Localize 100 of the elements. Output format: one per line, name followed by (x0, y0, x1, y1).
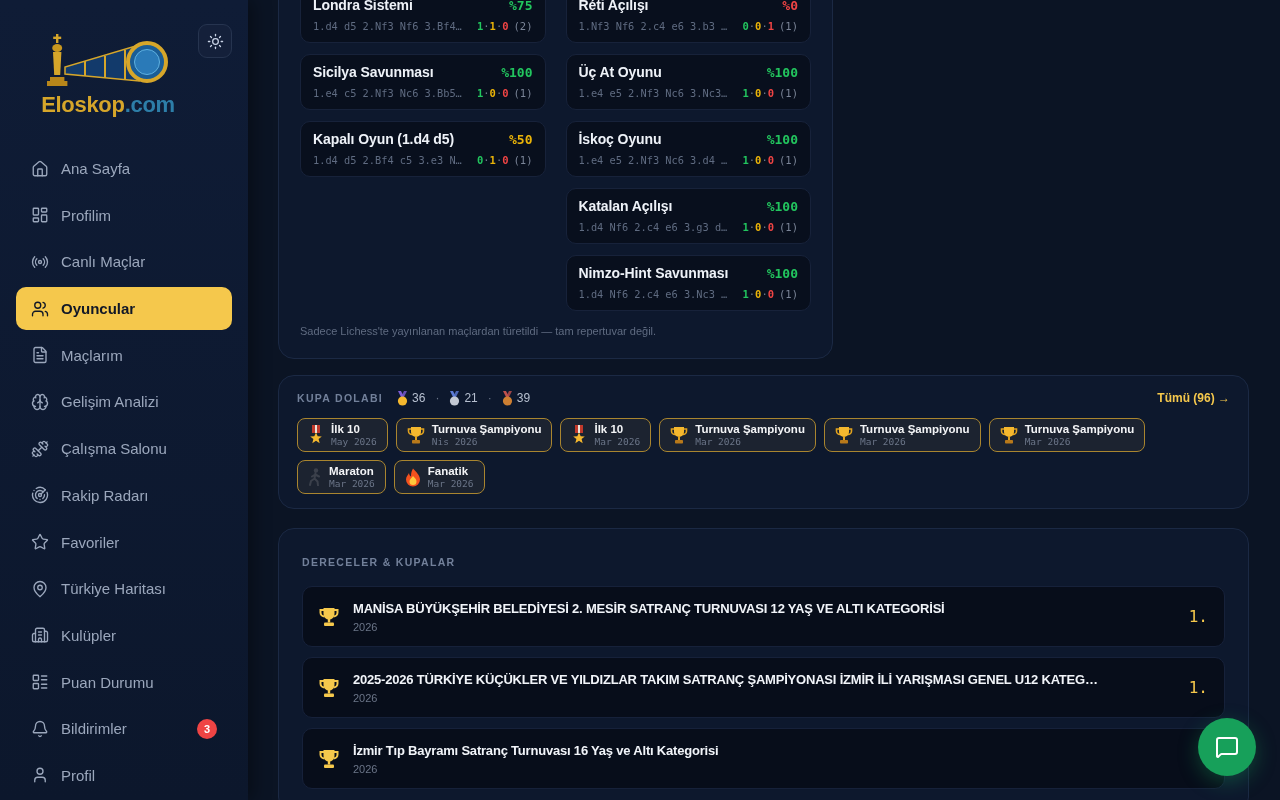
nav-item[interactable]: Canlı Maçlar (16, 240, 232, 284)
trophy-icon (834, 426, 853, 444)
badge-date: Mar 2026 (1024, 435, 1072, 448)
logo-text: Eloskop.com (41, 92, 175, 118)
badge-name: İlk 10 (331, 422, 361, 436)
move-sequence: 1.d4 Nf6 2.c4 e6 3.Nc3 … (578, 288, 728, 300)
badge-name: Turnuva Şampiyonu (859, 422, 970, 436)
opening-record: 1·0·0 (1) (742, 221, 798, 233)
users-icon (31, 299, 49, 318)
nav-item[interactable]: Oyuncular (16, 287, 232, 331)
opening-record: 1·0·0 (1) (476, 87, 533, 99)
trophy-icon (999, 426, 1018, 444)
separator-dot: · (435, 391, 440, 405)
rank-position: 1. (1188, 607, 1208, 626)
section-title: KUPA DOLABI (297, 392, 384, 404)
badge-name: Fanatik (427, 464, 470, 478)
dashboard-icon (31, 206, 49, 225)
building-icon (31, 626, 49, 645)
opening-name: Üç At Oyunu (578, 64, 662, 80)
tournament-name: MANİSA BÜYÜKŞEHİR BELEDİYESİ 2. MESİR SATRANÇ TURNUVASI 12 YAŞ VE ALTI KATEGORİSİ (353, 599, 946, 618)
medal-icon (397, 390, 409, 406)
trophy-icon (670, 426, 689, 444)
trophy-icon (319, 748, 339, 769)
nav-item[interactable]: Çalışma Salonu (16, 427, 232, 471)
opening-name: Katalan Açılışı (578, 198, 673, 214)
nav-item[interactable]: Puan Durumu (16, 660, 232, 704)
theme-toggle-button[interactable] (198, 24, 232, 58)
opening-record: 1·0·0 (1) (742, 87, 798, 99)
badge-date: Nis 2026 (431, 435, 479, 448)
badge-date: Mar 2026 (859, 435, 907, 448)
move-sequence: 1.d4 d5 2.Nf3 Nf6 3.Bf4… (313, 20, 462, 32)
trophy-icon (406, 426, 425, 444)
tournament-year: 2026 (353, 619, 379, 634)
opening-record: 1·0·0 (1) (742, 154, 798, 166)
view-all-link[interactable]: Tümü (96) → (1157, 391, 1230, 405)
nav-item[interactable]: Profil (16, 753, 232, 797)
badge-name: Maraton (329, 464, 375, 478)
move-sequence: 1.d4 Nf6 2.c4 e6 3.g3 d… (578, 221, 728, 233)
badge-name: Turnuva Şampiyonu (695, 422, 805, 436)
home-icon (31, 159, 49, 178)
move-sequence: 1.e4 c5 2.Nf3 Nc6 3.Bb5… (313, 87, 462, 99)
win-rate: %100 (766, 131, 798, 147)
badge-date: Mar 2026 (329, 477, 375, 490)
rank-position: 1. (1188, 678, 1208, 697)
badge-date: Mar 2026 (594, 435, 641, 448)
nav-item[interactable]: Rakip Radarı (16, 473, 232, 517)
list-icon (31, 673, 49, 692)
badge-date: Mar 2026 (695, 435, 742, 448)
star-icon (31, 533, 49, 551)
dumbbell-icon (31, 439, 49, 458)
tournament-year: 2026 (353, 690, 379, 705)
medal-icon (501, 390, 513, 406)
move-sequence: 1.e4 e5 2.Nf3 Nc6 3.Nc3… (578, 87, 728, 99)
opening-name: Sicilya Savunması (313, 64, 434, 80)
separator-dot: · (487, 391, 492, 405)
notification-badge: 3 (197, 718, 217, 739)
trophy-icon (319, 677, 339, 698)
opening-record: 1·0·0 (1) (742, 288, 798, 300)
nav-item[interactable]: Favoriler (16, 520, 232, 564)
chat-icon (1215, 735, 1239, 759)
win-rate: %100 (501, 64, 533, 80)
nav-item[interactable]: Profilim (16, 193, 232, 237)
nav-item[interactable]: Bildirimler 3 (16, 707, 232, 751)
footnote: Sadece Lichess'te yayınlanan maçlardan türetildi — tam repertuvar değil. (300, 324, 658, 338)
nav-item[interactable]: Ana Sayfa (16, 147, 232, 190)
move-sequence: 1.e4 e5 2.Nf3 Nc6 3.d4 … (578, 154, 728, 166)
nav-item[interactable]: Gelişim Analizi (16, 380, 232, 424)
badge-name: İlk 10 (594, 422, 625, 436)
win-rate: %100 (766, 64, 798, 80)
badge-name: Turnuva Şampiyonu (431, 422, 542, 436)
tournament-year: 2026 (353, 761, 379, 776)
win-rate: %0 (782, 0, 798, 13)
military-medal-icon (571, 425, 588, 445)
user-icon (31, 766, 49, 785)
badge-date: May 2026 (331, 435, 377, 448)
badge-name: Turnuva Şampiyonu (1024, 422, 1135, 436)
opening-record: 0·1·0 (1) (476, 154, 533, 166)
win-rate: %100 (766, 265, 798, 281)
medal-count: 39 (516, 391, 531, 405)
map-pin-icon (31, 579, 49, 598)
opening-name: Nimzo-Hint Savunması (578, 265, 729, 281)
nav-item[interactable]: Maçlarım (16, 333, 232, 377)
brain-icon (31, 392, 49, 411)
document-icon (31, 346, 49, 365)
medal-icon (449, 390, 461, 406)
sun-icon (206, 32, 224, 50)
radar-icon (31, 486, 49, 505)
fire-icon (404, 467, 421, 487)
opening-record: 0·0·1 (1) (742, 20, 798, 32)
move-sequence: 1.d4 d5 2.Bf4 c5 3.e3 N… (313, 154, 462, 166)
badge-date: Mar 2026 (427, 477, 474, 490)
opening-record: 1·1·0 (2) (476, 20, 533, 32)
opening-name: Réti Açılışı (578, 0, 649, 13)
trophy-icon (319, 606, 339, 627)
nav-item[interactable]: Türkiye Haritası (16, 567, 232, 611)
win-rate: %100 (766, 198, 798, 214)
nav-item[interactable]: Kulüpler (16, 613, 232, 657)
section-title: DERECELER & KUPALAR (302, 556, 456, 568)
opening-name: Kapalı Oyun (1.d4 d5) (313, 131, 455, 147)
notifications-icon (31, 719, 49, 738)
